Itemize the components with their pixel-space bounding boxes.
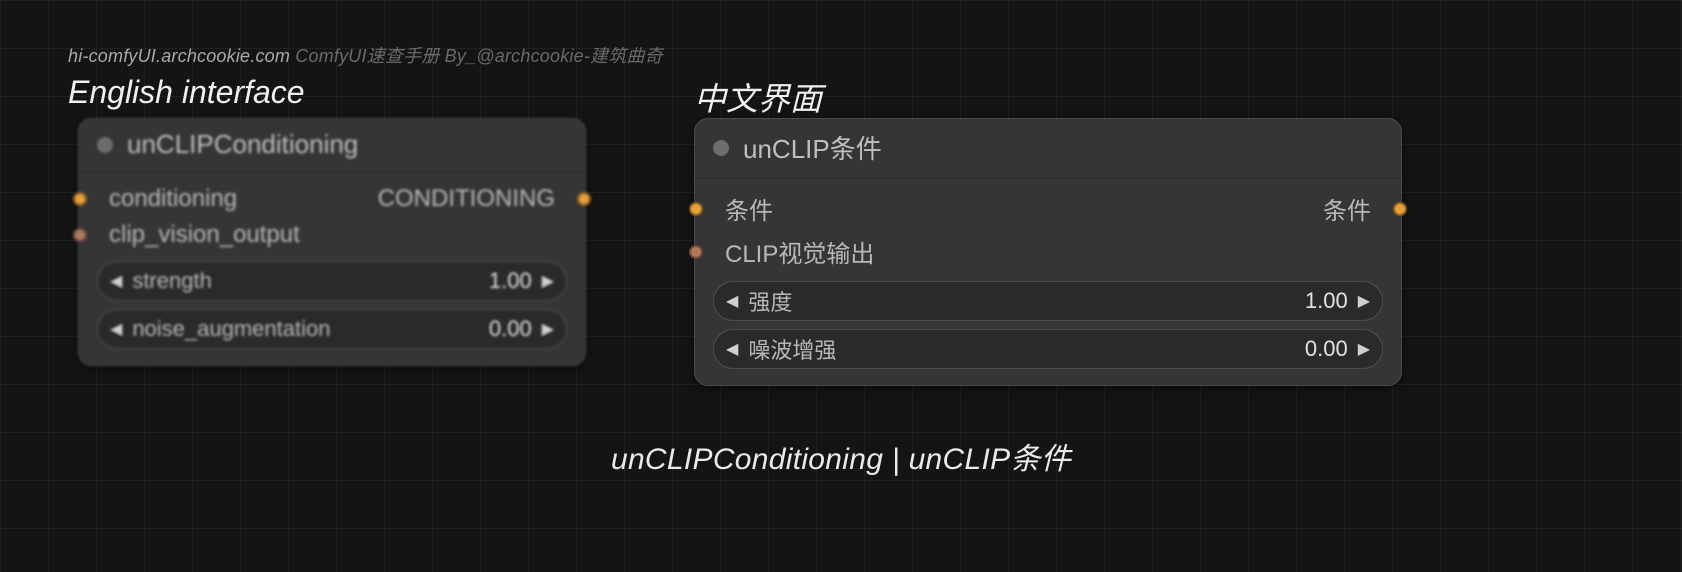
node-title: unCLIPConditioning xyxy=(127,129,358,160)
watermark-site: hi-comfyUI.archcookie.com xyxy=(68,46,290,66)
watermark-rest: ComfyUI速查手册 By_@archcookie-建筑曲奇 xyxy=(290,46,663,66)
io-row-clip-vision-output: clip_vision_output xyxy=(93,217,571,253)
widget-value[interactable]: 0.00 xyxy=(1305,336,1348,362)
input-port-clip-vision-icon[interactable] xyxy=(689,245,703,259)
output-port-conditioning-icon[interactable] xyxy=(577,192,591,206)
chevron-left-icon[interactable]: ◀ xyxy=(726,339,738,359)
chevron-right-icon[interactable]: ▶ xyxy=(542,319,554,339)
chevron-right-icon[interactable]: ▶ xyxy=(1358,291,1370,311)
chevron-right-icon[interactable]: ▶ xyxy=(1358,339,1370,359)
node-title: unCLIP条件 xyxy=(743,129,882,166)
input-label-clip-vision: clip_vision_output xyxy=(109,221,300,249)
widget-value[interactable]: 1.00 xyxy=(489,268,532,294)
input-port-conditioning-icon[interactable] xyxy=(73,192,87,206)
node-unclip-zh[interactable]: unCLIP条件 条件 条件 CLIP视觉输出 ◀ 强度 xyxy=(694,118,1402,386)
io-row-conditioning: conditioning CONDITIONING xyxy=(93,181,571,217)
widget-strength[interactable]: ◀ 强度 1.00 ▶ xyxy=(713,281,1383,321)
chevron-left-icon[interactable]: ◀ xyxy=(726,291,738,311)
node-unclip-en[interactable]: unCLIPConditioning conditioning CONDITIO… xyxy=(78,118,586,366)
output-label-conditioning: 条件 xyxy=(1323,191,1371,226)
widget-noise-augmentation[interactable]: ◀ noise_augmentation 0.00 ▶ xyxy=(97,309,567,349)
widget-name: strength xyxy=(132,268,212,294)
io-row-conditioning: 条件 条件 xyxy=(709,187,1387,230)
node-body: 条件 条件 CLIP视觉输出 ◀ 强度 1.00 ▶ ◀ 噪波增强 xyxy=(695,179,1401,385)
chevron-right-icon[interactable]: ▶ xyxy=(542,271,554,291)
input-label-conditioning: 条件 xyxy=(725,191,773,226)
watermark: hi-comfyUI.archcookie.com ComfyUI速查手册 By… xyxy=(68,42,663,68)
widget-strength[interactable]: ◀ strength 1.00 ▶ xyxy=(97,261,567,301)
input-label-conditioning: conditioning xyxy=(109,185,237,213)
io-row-clip-vision-output: CLIP视觉输出 xyxy=(709,230,1387,273)
chevron-left-icon[interactable]: ◀ xyxy=(110,319,122,339)
widget-name: noise_augmentation xyxy=(132,316,330,342)
section-label-english: English interface xyxy=(68,74,305,111)
footer-caption: unCLIPConditioning | unCLIP条件 xyxy=(0,434,1682,478)
output-port-conditioning-icon[interactable] xyxy=(1393,202,1407,216)
node-header[interactable]: unCLIPConditioning xyxy=(79,119,585,173)
chevron-left-icon[interactable]: ◀ xyxy=(110,271,122,291)
input-port-conditioning-icon[interactable] xyxy=(689,202,703,216)
node-header[interactable]: unCLIP条件 xyxy=(695,119,1401,179)
section-label-chinese: 中文界面 xyxy=(694,74,822,120)
widget-noise-augmentation[interactable]: ◀ 噪波增强 0.00 ▶ xyxy=(713,329,1383,369)
node-status-dot-icon xyxy=(97,137,113,153)
node-status-dot-icon xyxy=(713,140,729,156)
widget-value[interactable]: 1.00 xyxy=(1305,288,1348,314)
widget-value[interactable]: 0.00 xyxy=(489,316,532,342)
input-label-clip-vision: CLIP视觉输出 xyxy=(725,234,874,269)
widget-name: 噪波增强 xyxy=(748,333,836,365)
input-port-clip-vision-icon[interactable] xyxy=(73,228,87,242)
output-label-conditioning: CONDITIONING xyxy=(378,185,555,213)
widget-name: 强度 xyxy=(748,285,792,317)
node-body: conditioning CONDITIONING clip_vision_ou… xyxy=(79,173,585,365)
